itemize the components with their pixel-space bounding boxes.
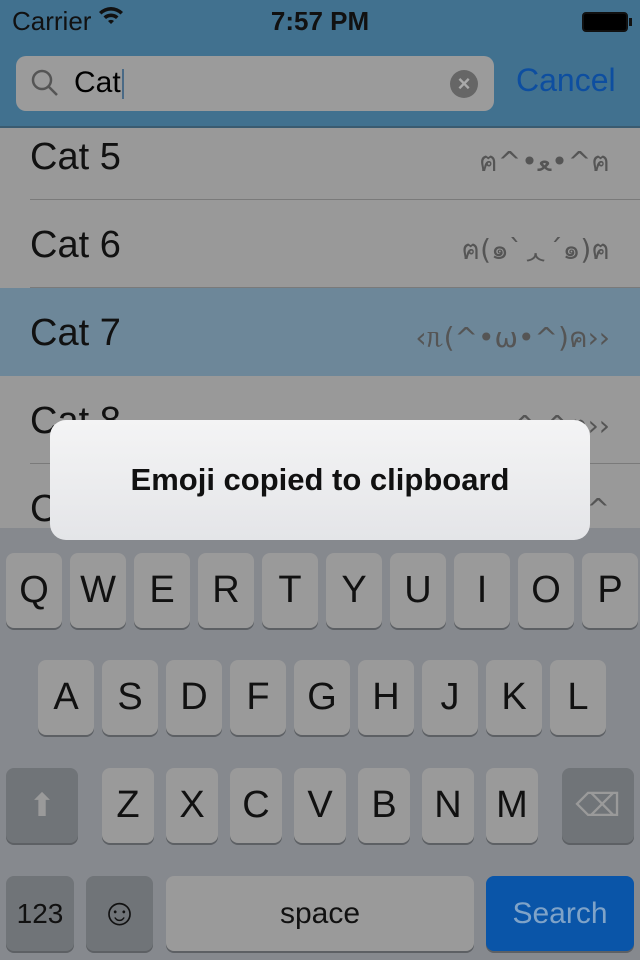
toast-message: Emoji copied to clipboard — [50, 420, 590, 540]
search-key[interactable]: Search — [486, 876, 634, 951]
key-j[interactable]: J — [422, 660, 478, 735]
key-r[interactable]: R — [198, 553, 254, 628]
item-emoticon: ฅ^•ﻌ•^ฅ — [479, 145, 610, 178]
key-t[interactable]: T — [262, 553, 318, 628]
space-key[interactable]: space — [166, 876, 474, 951]
battery-icon — [582, 12, 632, 32]
search-value[interactable]: Cat — [74, 66, 121, 99]
item-label: Cat 6 — [30, 224, 121, 266]
key-s[interactable]: S — [102, 660, 158, 735]
clock: 7:57 PM — [270, 6, 370, 36]
search-icon — [31, 69, 58, 96]
key-y[interactable]: Y — [326, 553, 382, 628]
delete-key-icon[interactable]: ⌫ — [562, 768, 634, 843]
list-item[interactable]: Cat 7 ‹ᥰ(^•ω•^)ค›› — [0, 288, 640, 376]
key-o[interactable]: O — [518, 553, 574, 628]
key-b[interactable]: B — [358, 768, 410, 843]
key-z[interactable]: Z — [102, 768, 154, 843]
key-e[interactable]: E — [134, 553, 190, 628]
key-v[interactable]: V — [294, 768, 346, 843]
key-x[interactable]: X — [166, 768, 218, 843]
emoji-key-icon[interactable]: ☺ — [86, 876, 153, 951]
item-label: Cat 7 — [30, 312, 121, 354]
shift-key-icon[interactable]: ⬆ — [6, 768, 78, 843]
key-i[interactable]: I — [454, 553, 510, 628]
numbers-key[interactable]: 123 — [6, 876, 74, 951]
list-item[interactable]: Cat 6 ฅ(๑`ᆺ´๑)ฅ — [0, 200, 640, 288]
item-label: Cat 5 — [30, 136, 121, 178]
key-q[interactable]: Q — [6, 553, 62, 628]
key-w[interactable]: W — [70, 553, 126, 628]
item-emoticon: ^ — [586, 492, 610, 525]
key-u[interactable]: U — [390, 553, 446, 628]
key-h[interactable]: H — [358, 660, 414, 735]
key-n[interactable]: N — [422, 768, 474, 843]
item-emoticon: ฅ(๑`ᆺ´๑)ฅ — [461, 233, 610, 266]
clear-icon[interactable]: × — [450, 70, 478, 98]
search-input[interactable]: Cat × — [16, 56, 494, 111]
keyboard: Q W E R T Y U I O P A S D F G H J K L ⬆ Z X C V B N M ⌫ 123 ☺ space Sea… — [0, 528, 640, 960]
key-m[interactable]: M — [486, 768, 538, 843]
key-l[interactable]: L — [550, 660, 606, 735]
text-caret — [121, 69, 124, 100]
item-emoticon: ‹ᥰ(^•ω•^)ค›› — [415, 321, 610, 354]
key-f[interactable]: F — [230, 660, 286, 735]
key-c[interactable]: C — [230, 768, 282, 843]
cancel-button[interactable]: Cancel — [516, 62, 616, 99]
key-a[interactable]: A — [38, 660, 94, 735]
key-g[interactable]: G — [294, 660, 350, 735]
key-p[interactable]: P — [582, 553, 638, 628]
key-k[interactable]: K — [486, 660, 542, 735]
navigation-header: Carrier 7:57 PM Cat × Cancel — [0, 0, 640, 128]
key-d[interactable]: D — [166, 660, 222, 735]
